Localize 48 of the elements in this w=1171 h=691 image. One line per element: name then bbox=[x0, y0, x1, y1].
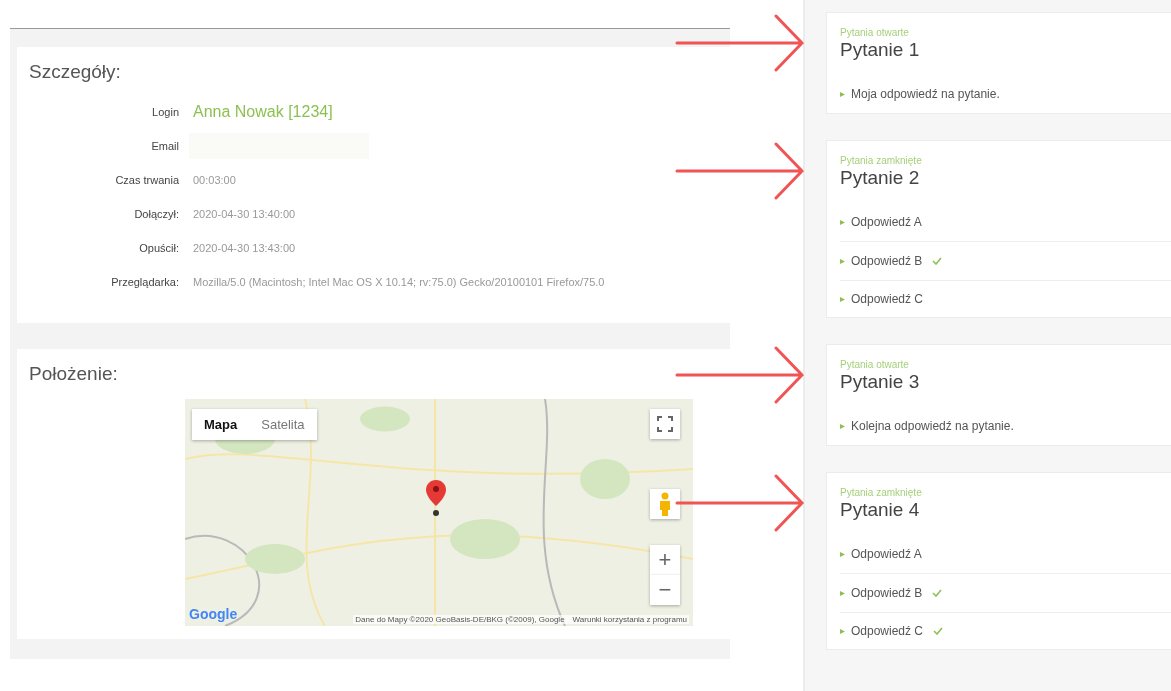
fullscreen-icon bbox=[657, 416, 673, 432]
bullet-icon bbox=[840, 628, 845, 634]
question-title: Pytanie 2 bbox=[840, 167, 921, 189]
street-view-button[interactable] bbox=[650, 489, 680, 519]
field-value: 2020-04-30 13:40:00 bbox=[193, 208, 296, 220]
field-value: 2020-04-30 13:43:00 bbox=[193, 242, 296, 254]
question-category: Pytania zamknięte bbox=[840, 155, 923, 166]
field-label: Czas trwania bbox=[114, 174, 179, 186]
bullet-icon bbox=[840, 91, 845, 97]
field-label: Login bbox=[151, 106, 179, 118]
answer-text: Kolejna odpowiedź na pytanie. bbox=[851, 419, 1014, 433]
fullscreen-button[interactable] bbox=[650, 409, 680, 439]
question-category: Pytania otwarte bbox=[840, 27, 910, 38]
terms-link[interactable]: Warunki korzystania z programu bbox=[572, 615, 687, 624]
answer-text: Odpowiedź B bbox=[851, 586, 923, 600]
bullet-icon bbox=[840, 258, 845, 264]
question-category: Pytania otwarte bbox=[840, 359, 910, 370]
field-value: Mozilla/5.0 (Macintosh; Intel Mac OS X 10.14; rv:75.0) Gecko/20100101 Firefox/75.0 bbox=[193, 276, 605, 288]
bullet-icon bbox=[840, 296, 845, 302]
question-title: Pytanie 3 bbox=[840, 371, 921, 393]
bullet-icon bbox=[840, 551, 845, 557]
map-pin-icon bbox=[426, 480, 446, 516]
person-icon bbox=[659, 492, 671, 516]
bullet-icon bbox=[840, 219, 845, 225]
field-value: 00:03:00 bbox=[193, 174, 236, 186]
answer-text: Odpowiedź C bbox=[851, 292, 924, 306]
map-logo: Google bbox=[189, 606, 238, 622]
section-title: Położenie: bbox=[29, 363, 119, 385]
bullet-icon bbox=[840, 590, 845, 596]
bullet-icon bbox=[840, 423, 845, 429]
answer-text: Odpowiedź C bbox=[851, 624, 924, 638]
map-type-tab[interactable]: Satelita bbox=[249, 409, 317, 440]
field-label: Dołączył: bbox=[133, 208, 179, 220]
section-title: Szczegóły: bbox=[29, 61, 122, 83]
answer-text: Odpowiedź A bbox=[851, 547, 922, 561]
map-type-tab[interactable]: Mapa bbox=[192, 409, 250, 440]
answer-text: Moja odpowiedź na pytanie. bbox=[851, 87, 1000, 101]
answer-text: Odpowiedź A bbox=[851, 215, 922, 229]
question-title: Pytanie 4 bbox=[840, 499, 921, 521]
answer-text: Odpowiedź B bbox=[851, 254, 923, 268]
zoom-in-button[interactable]: + bbox=[650, 545, 680, 575]
zoom-out-button[interactable]: − bbox=[650, 575, 680, 605]
field-label: Email bbox=[150, 140, 179, 152]
field-label: Opuścił: bbox=[138, 242, 179, 254]
question-title: Pytanie 1 bbox=[840, 39, 921, 61]
field-label: Przeglądarka: bbox=[110, 276, 179, 288]
map-attribution: Dane do Mapy ©2020 GeoBasis-DE/BKG (©2009), Google bbox=[355, 615, 565, 624]
question-category: Pytania zamknięte bbox=[840, 487, 923, 498]
